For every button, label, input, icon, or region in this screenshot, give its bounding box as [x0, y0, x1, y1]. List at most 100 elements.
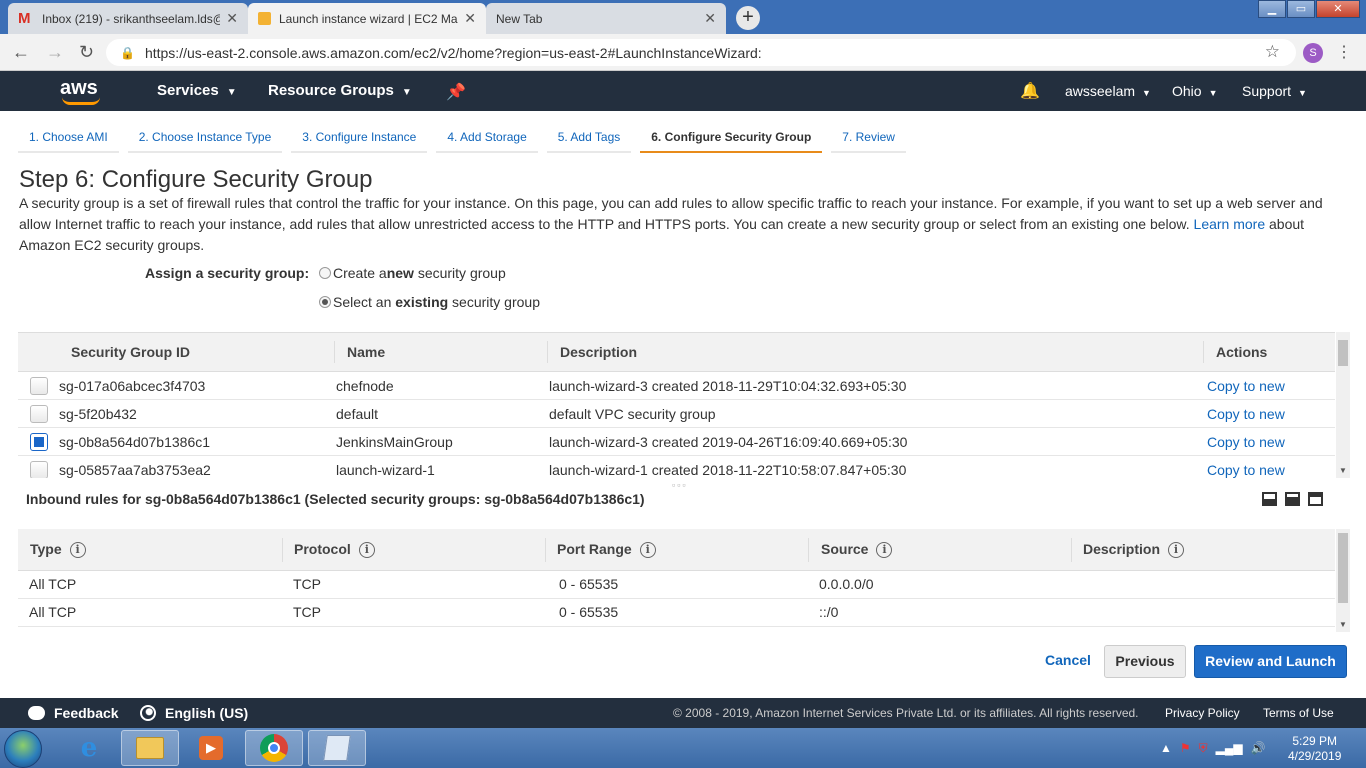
- services-menu[interactable]: Services ▼: [157, 82, 237, 99]
- reload-icon[interactable]: ↻: [79, 42, 94, 63]
- step-instance-type[interactable]: 2. Choose Instance Type: [127, 126, 283, 153]
- column-divider[interactable]: [334, 341, 335, 363]
- security-alert-icon[interactable]: ⛨: [1199, 741, 1208, 756]
- row-checkbox[interactable]: [30, 461, 48, 478]
- review-and-launch-button[interactable]: Review and Launch: [1194, 645, 1347, 678]
- tab-ec2[interactable]: Launch instance wizard | EC2 Ma ✕: [248, 3, 486, 34]
- table-row[interactable]: sg-5f20b432 default default VPC security…: [18, 400, 1335, 428]
- copy-to-new-link[interactable]: Copy to new: [1207, 406, 1285, 422]
- sg-name: JenkinsMainGroup: [336, 434, 453, 450]
- network-icon[interactable]: ▂▄▆: [1216, 741, 1243, 755]
- back-icon[interactable]: ←: [12, 42, 30, 63]
- learn-more-link[interactable]: Learn more: [1194, 216, 1266, 232]
- volume-icon[interactable]: 🔊: [1251, 741, 1266, 755]
- table-row[interactable]: sg-017a06abcec3f4703 chefnode launch-wiz…: [18, 372, 1335, 400]
- inbound-table-scrollbar[interactable]: [1336, 529, 1350, 632]
- account-menu[interactable]: awsseelam ▼: [1065, 83, 1151, 99]
- close-icon[interactable]: ✕: [704, 10, 716, 27]
- table-row: All TCP TCP 0 - 65535 ::/0: [18, 599, 1335, 627]
- previous-button[interactable]: Previous: [1104, 645, 1186, 678]
- column-header: Protocol i: [294, 541, 375, 558]
- show-hidden-icons-icon[interactable]: ▲: [1160, 741, 1172, 755]
- table-row-selected[interactable]: sg-0b8a564d07b1386c1 JenkinsMainGroup la…: [18, 428, 1335, 456]
- column-header[interactable]: Name: [347, 344, 385, 360]
- layout-split-icon[interactable]: [1285, 492, 1300, 506]
- language-selector[interactable]: English (US): [140, 705, 248, 721]
- windows-start-icon[interactable]: [4, 730, 42, 768]
- close-icon[interactable]: ✕: [464, 10, 476, 27]
- scrollbar-thumb[interactable]: [1338, 340, 1348, 366]
- step-review[interactable]: 7. Review: [831, 126, 906, 153]
- row-checkbox[interactable]: [30, 405, 48, 423]
- bookmark-star-icon[interactable]: ☆: [1265, 42, 1280, 62]
- copy-to-new-link[interactable]: Copy to new: [1207, 434, 1285, 450]
- layout-bottom-icon[interactable]: [1262, 492, 1277, 506]
- info-icon[interactable]: i: [1168, 542, 1185, 558]
- column-divider[interactable]: [547, 341, 548, 363]
- column-divider[interactable]: [282, 538, 283, 562]
- radio-label-bold: new: [386, 265, 414, 281]
- resize-handle-icon[interactable]: ▫▫▫: [672, 480, 688, 490]
- browser-menu-icon[interactable]: ⋮: [1336, 42, 1352, 62]
- cancel-button[interactable]: Cancel: [1040, 645, 1096, 678]
- info-icon[interactable]: i: [876, 542, 893, 558]
- bell-icon[interactable]: 🔔: [1020, 81, 1040, 101]
- region-menu[interactable]: Ohio ▼: [1172, 83, 1218, 99]
- row-checkbox[interactable]: [30, 377, 48, 395]
- step-configure-instance[interactable]: 3. Configure Instance: [291, 126, 428, 153]
- column-divider[interactable]: [545, 538, 546, 562]
- radio-label-pre: Select an: [333, 294, 396, 310]
- column-header[interactable]: Description: [560, 344, 637, 360]
- radio-button[interactable]: [319, 267, 331, 279]
- media-player-icon[interactable]: ▶: [182, 730, 240, 766]
- column-header[interactable]: Security Group ID: [71, 344, 190, 360]
- privacy-policy-link[interactable]: Privacy Policy: [1165, 706, 1240, 720]
- radio-select-existing[interactable]: Select an existing security group: [319, 294, 540, 310]
- file-explorer-icon[interactable]: [121, 730, 179, 766]
- step-security-group[interactable]: 6. Configure Security Group: [640, 126, 823, 153]
- scroll-down-arrow-icon[interactable]: ▼: [1339, 466, 1347, 475]
- action-center-icon[interactable]: ⚑: [1180, 741, 1191, 755]
- step-add-tags[interactable]: 5. Add Tags: [546, 126, 632, 153]
- new-tab-button[interactable]: +: [736, 6, 760, 30]
- terms-of-use-link[interactable]: Terms of Use: [1263, 706, 1334, 720]
- chrome-icon[interactable]: [245, 730, 303, 766]
- radio-button[interactable]: [319, 296, 331, 308]
- table-row[interactable]: sg-05857aa7ab3753ea2 launch-wizard-1 lau…: [18, 456, 1335, 478]
- sg-id: sg-017a06abcec3f4703: [59, 378, 206, 394]
- internet-explorer-icon[interactable]: e: [60, 730, 118, 766]
- sg-table-scrollbar[interactable]: [1336, 332, 1350, 478]
- maximize-icon[interactable]: ▭: [1287, 0, 1315, 18]
- pin-icon[interactable]: 📌: [446, 82, 466, 102]
- aws-logo[interactable]: aws: [60, 77, 100, 105]
- info-icon[interactable]: i: [358, 542, 375, 558]
- row-checkbox[interactable]: [30, 433, 48, 451]
- tab-new[interactable]: New Tab ✕: [486, 3, 726, 34]
- profile-avatar[interactable]: S: [1303, 43, 1323, 63]
- step-choose-ami[interactable]: 1. Choose AMI: [18, 126, 119, 153]
- window-close-icon[interactable]: ✕: [1316, 0, 1360, 18]
- column-header-label: Protocol: [294, 541, 351, 557]
- info-icon[interactable]: i: [639, 542, 656, 558]
- scrollbar-thumb[interactable]: [1338, 533, 1348, 603]
- forward-icon[interactable]: →: [46, 42, 64, 63]
- support-menu[interactable]: Support ▼: [1242, 83, 1307, 99]
- feedback-link[interactable]: Feedback: [28, 705, 119, 721]
- scroll-down-arrow-icon[interactable]: ▼: [1339, 620, 1347, 629]
- column-divider[interactable]: [1203, 341, 1204, 363]
- copy-to-new-link[interactable]: Copy to new: [1207, 462, 1285, 478]
- column-divider[interactable]: [808, 538, 809, 562]
- radio-create-new[interactable]: Create a new security group: [319, 265, 506, 281]
- copy-to-new-link[interactable]: Copy to new: [1207, 378, 1285, 394]
- tab-gmail[interactable]: M Inbox (219) - srikanthseelam.lds@ ✕: [8, 3, 248, 34]
- layout-top-icon[interactable]: [1308, 492, 1323, 506]
- step-add-storage[interactable]: 4. Add Storage: [436, 126, 538, 153]
- system-clock[interactable]: 5:29 PM 4/29/2019: [1288, 734, 1341, 764]
- url-field[interactable]: 🔒 https://us-east-2.console.aws.amazon.c…: [106, 39, 1296, 66]
- info-icon[interactable]: i: [69, 542, 86, 558]
- minimize-icon[interactable]: ▁: [1258, 0, 1286, 18]
- resource-groups-menu[interactable]: Resource Groups ▼: [268, 82, 412, 99]
- column-divider[interactable]: [1071, 538, 1072, 562]
- notepad-icon[interactable]: [308, 730, 366, 766]
- close-icon[interactable]: ✕: [226, 10, 238, 27]
